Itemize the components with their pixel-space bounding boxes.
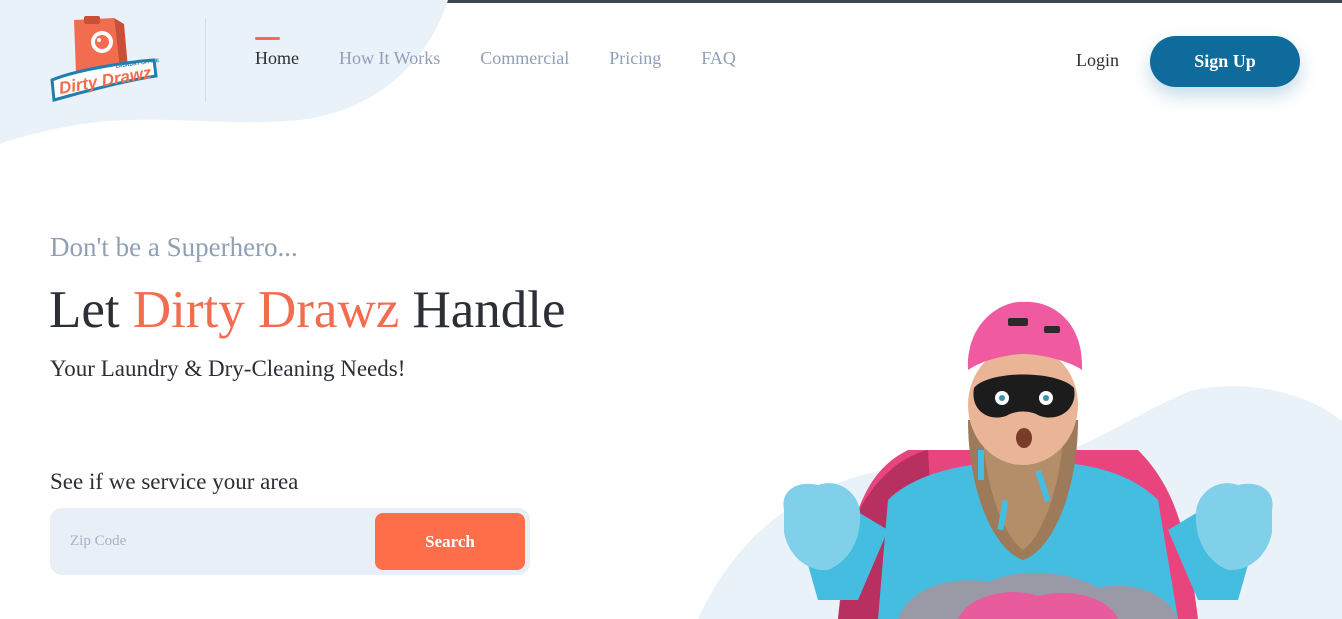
nav-item-pricing[interactable]: Pricing — [609, 48, 661, 69]
service-area-label: See if we service your area — [50, 469, 299, 494]
superhero-bearded-man-image — [783, 301, 1273, 619]
headline-suffix: Handle — [399, 281, 566, 339]
main-nav: Home How It Works Commercial Pricing FAQ — [255, 37, 776, 69]
login-link[interactable]: Login — [1076, 50, 1119, 71]
nav-item-how-it-works[interactable]: How It Works — [339, 48, 440, 69]
nav-divider — [205, 18, 206, 102]
logo-detergent-box-icon: Dirty Drawz LAUNDRY OFFICE — [50, 16, 160, 102]
zip-code-input[interactable] — [62, 524, 362, 558]
zip-search-box: Search — [50, 508, 530, 575]
dirty-drawz-logo[interactable]: Dirty Drawz LAUNDRY OFFICE — [46, 14, 160, 106]
hero-tagline: Don't be a Superhero... — [50, 232, 298, 262]
hero-headline: Let Dirty Drawz Handle — [49, 278, 566, 342]
nav-item-home[interactable]: Home — [255, 37, 299, 69]
nav-item-commercial[interactable]: Commercial — [480, 48, 569, 69]
nav-item-faq[interactable]: FAQ — [701, 48, 736, 69]
sign-up-button[interactable]: Sign Up — [1150, 36, 1300, 87]
hero-subhead: Your Laundry & Dry-Cleaning Needs! — [50, 356, 406, 381]
headline-brand: Dirty Drawz — [132, 281, 400, 339]
search-button[interactable]: Search — [375, 513, 525, 570]
headline-prefix: Let — [49, 281, 133, 339]
